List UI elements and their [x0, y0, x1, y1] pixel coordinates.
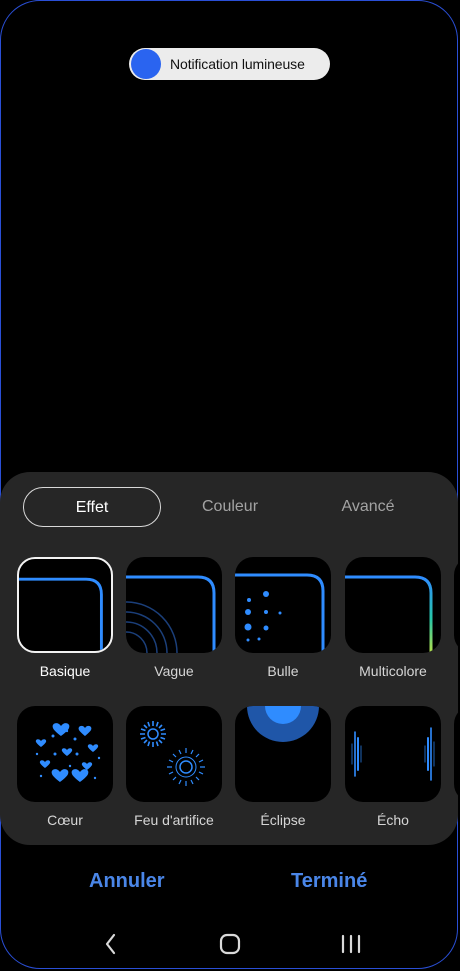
- toggle-knob[interactable]: [131, 49, 161, 79]
- basic-edge-icon[interactable]: [17, 557, 113, 653]
- effect-multicolore[interactable]: Multicolore: [345, 557, 441, 679]
- effect-basique[interactable]: Basique: [17, 557, 113, 679]
- effect-label: Bulle: [267, 663, 299, 679]
- tab-avance[interactable]: Avancé: [299, 487, 437, 527]
- wave-icon[interactable]: [126, 557, 222, 653]
- tab-effet[interactable]: Effet: [23, 487, 161, 527]
- bubble-icon[interactable]: [235, 557, 331, 653]
- echo-icon[interactable]: [345, 706, 441, 802]
- effect-label: Écho: [377, 812, 409, 828]
- effect-eclipse[interactable]: Éclipse: [235, 706, 331, 828]
- heart-icon[interactable]: [17, 706, 113, 802]
- tab-couleur[interactable]: Couleur: [161, 487, 299, 527]
- effect-feu-d-artifice[interactable]: Feu d'artifice: [126, 706, 222, 828]
- effect-label: Multicolore: [359, 663, 427, 679]
- partial-thumb: [454, 557, 458, 653]
- effect-partial-next[interactable]: [454, 557, 458, 653]
- eclipse-icon[interactable]: [235, 706, 331, 802]
- home-icon[interactable]: [219, 932, 241, 956]
- effect-label: Basique: [39, 663, 91, 679]
- effect-label: Vague: [154, 663, 194, 679]
- effect-label: Cœur: [47, 812, 83, 828]
- multicolor-icon[interactable]: [345, 557, 441, 653]
- back-icon[interactable]: [104, 932, 118, 956]
- done-button[interactable]: Terminé: [291, 870, 367, 893]
- cancel-button[interactable]: Annuler: [89, 870, 165, 893]
- effect-coeur[interactable]: Cœur: [17, 706, 113, 828]
- effect-label: Feu d'artifice: [134, 812, 214, 828]
- firework-icon[interactable]: [126, 706, 222, 802]
- recents-icon[interactable]: [340, 932, 362, 956]
- effect-panel: Effet Couleur Avancé Basique Vague Bulle…: [0, 472, 458, 845]
- effect-bulle[interactable]: Bulle: [235, 557, 331, 679]
- effect-partial-next-2[interactable]: [454, 706, 458, 802]
- system-nav-bar: [0, 920, 458, 970]
- partial-thumb: [454, 706, 458, 802]
- effect-echo[interactable]: Écho: [345, 706, 441, 828]
- effect-vague[interactable]: Vague: [126, 557, 222, 679]
- toggle-label: Notification lumineuse: [170, 56, 305, 72]
- edge-lighting-toggle[interactable]: Notification lumineuse: [129, 48, 330, 80]
- tab-bar: Effet Couleur Avancé: [0, 487, 458, 527]
- effect-label: Éclipse: [260, 812, 306, 828]
